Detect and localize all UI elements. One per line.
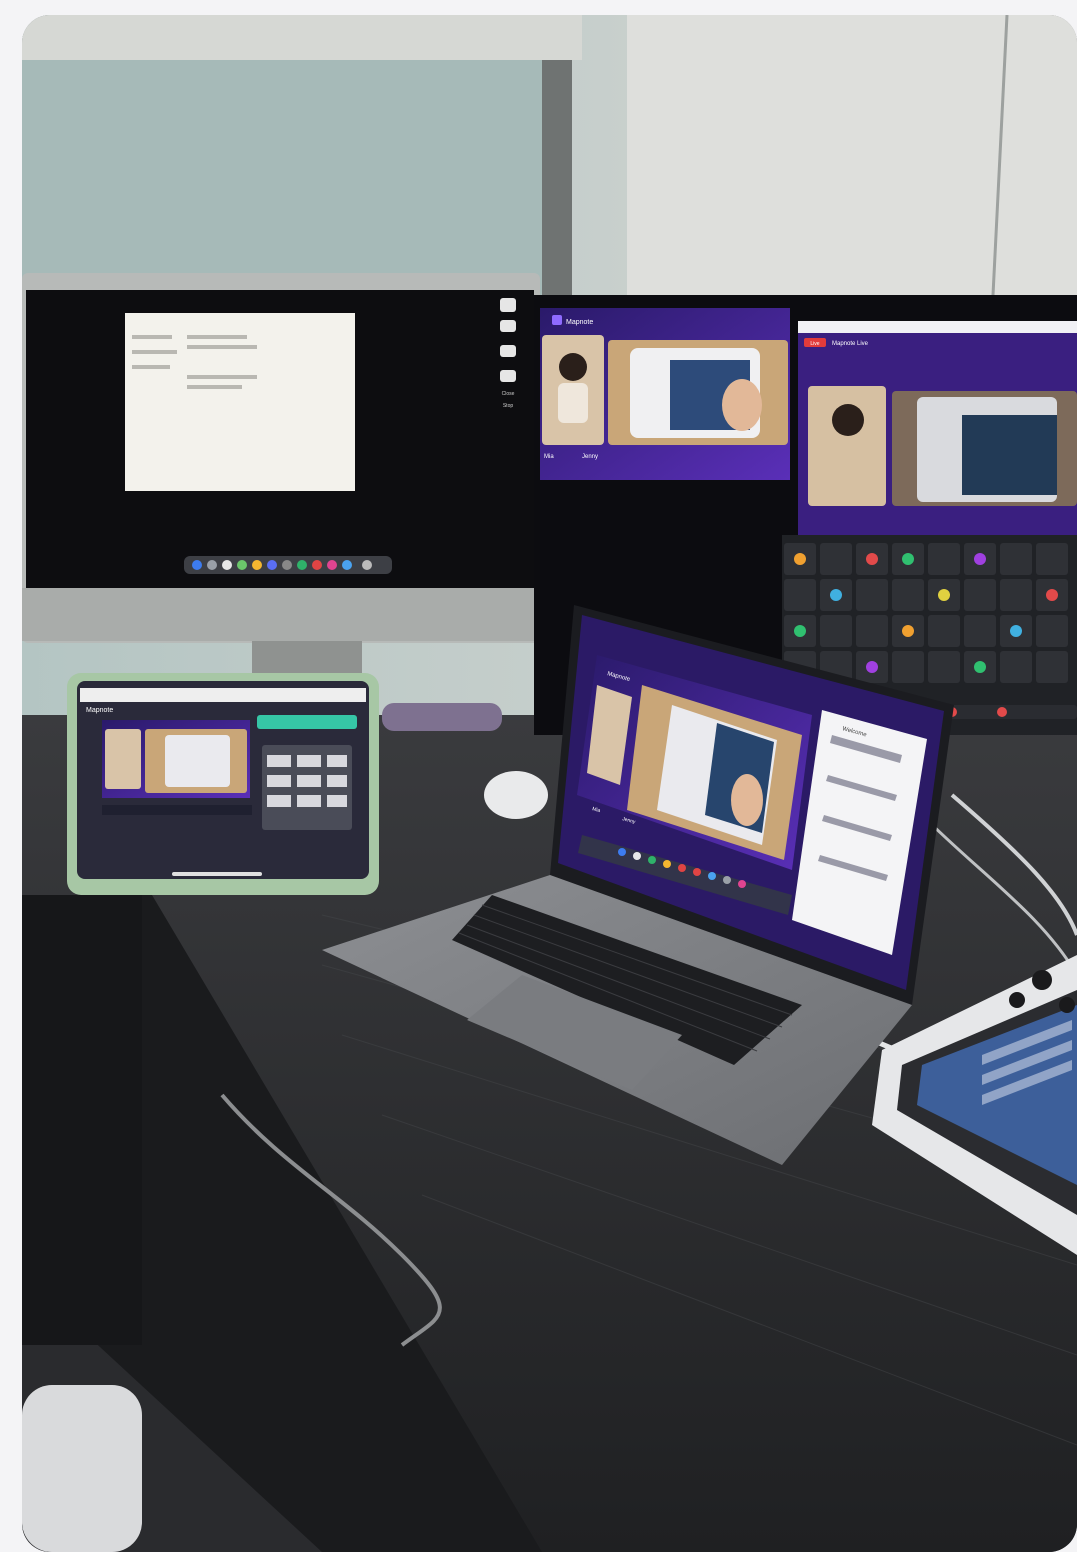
wall-panel [627,15,1077,315]
ipad-app-name: Mapnote [86,707,113,714]
imac-document-window [125,313,355,491]
imac-sidebar-close: Close [502,391,515,397]
blind [22,15,582,60]
chair-corner [22,1385,142,1552]
stream-brand: Mapnote [566,319,593,326]
stream-badge-text: Live [810,341,819,347]
stream-name-jenny: Jenny [582,454,598,460]
imac: Close Stop [22,273,540,701]
desk-setup-photo: Close Stop Mapnote Mia Jenny Live Mapnot… [22,15,1077,1552]
stream-name-mia: Mia [544,454,554,460]
stream-page-title: Mapnote Live [832,341,869,347]
ipad: Mapnote [67,673,379,895]
magic-mouse [484,771,548,819]
cabinet-dark [22,895,142,1345]
imac-sidebar-stop: Stop [503,403,514,409]
window-glass [22,55,542,295]
glasses-case [382,703,502,731]
